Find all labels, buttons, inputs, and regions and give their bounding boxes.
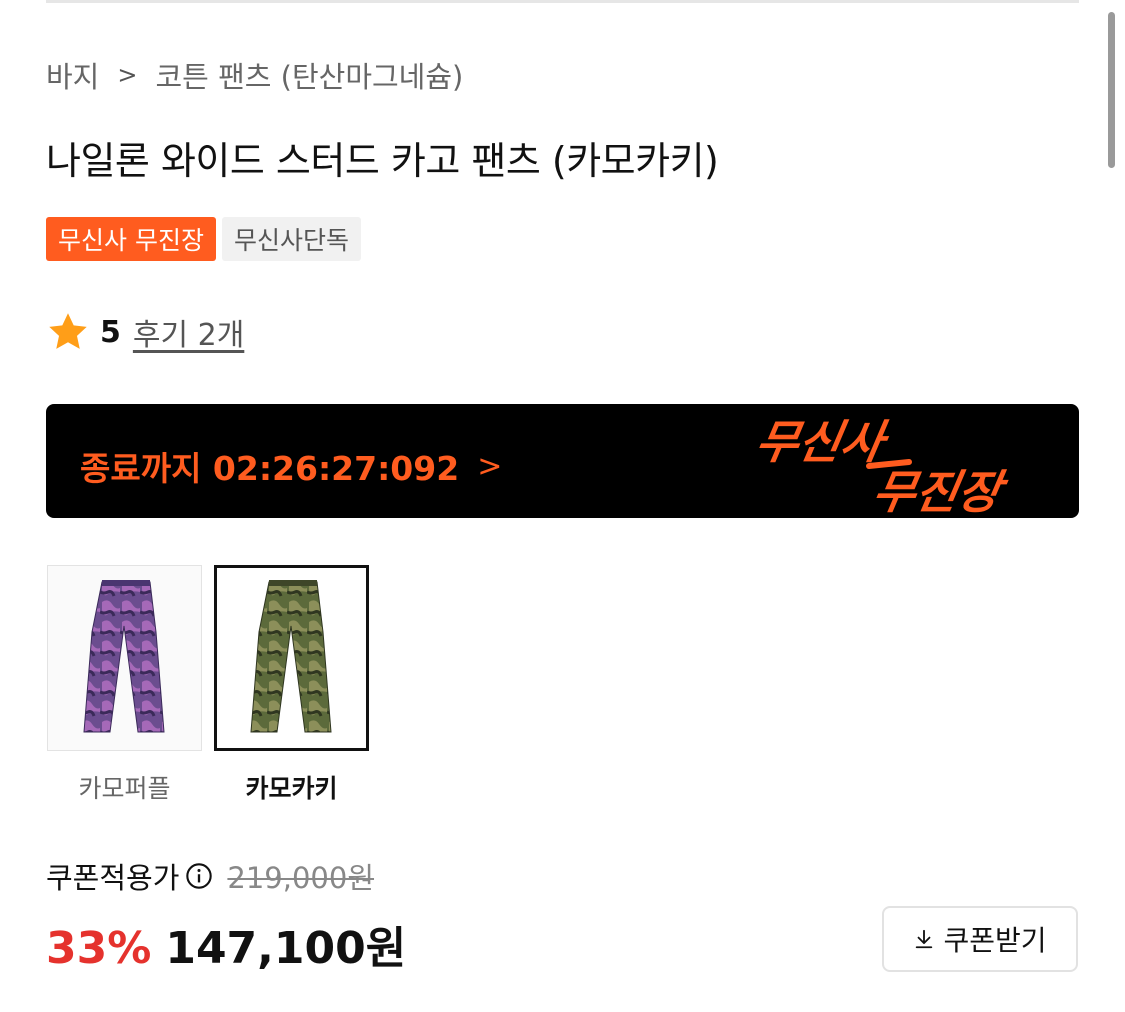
download-icon	[916, 929, 933, 949]
badge-exclusive: 무신사단독	[221, 217, 361, 261]
deal-countdown: 종료까지 02:26:27:092 >	[80, 442, 502, 490]
star-icon	[49, 313, 87, 349]
chevron-right-icon: >	[477, 448, 503, 484]
mujinjang-logo: 무신사 무진장	[752, 415, 1012, 518]
color-options: 카모퍼플 카모카키	[46, 565, 370, 805]
breadcrumb-item-pants[interactable]: 바지	[46, 54, 99, 96]
final-price-row: 33% 147,100원	[46, 912, 406, 976]
top-divider	[46, 0, 1079, 3]
get-coupon-button[interactable]: 쿠폰받기	[882, 906, 1078, 972]
discount-rate: 33%	[46, 923, 152, 974]
rating: 5 후기 2개	[46, 310, 244, 354]
logo-line-2: 무진장	[869, 465, 1012, 518]
countdown-label: 종료까지 02:26:27:092	[80, 449, 460, 488]
breadcrumb: 바지 > 코튼 팬츠 (탄산마그네슘)	[46, 54, 463, 96]
badge-mujinjang: 무신사 무진장	[46, 217, 216, 261]
svg-text:무진장: 무진장	[869, 465, 1012, 518]
rating-score: 5	[100, 314, 121, 350]
scrollbar[interactable]	[1108, 12, 1115, 168]
final-price: 147,100원	[165, 923, 407, 974]
product-thumbnail-selected	[214, 565, 369, 751]
color-label: 카모퍼플	[78, 774, 171, 803]
color-option-khaki[interactable]: 카모카키	[213, 565, 370, 805]
info-icon[interactable]	[185, 862, 213, 890]
svg-text:무신사: 무신사	[752, 415, 894, 469]
review-count-link[interactable]: 후기 2개	[133, 310, 244, 354]
breadcrumb-item-cotton-pants[interactable]: 코튼 팬츠 (탄산마그네슘)	[155, 54, 463, 96]
badge-group: 무신사 무진장 무신사단독	[46, 217, 361, 261]
original-price: 219,000원	[227, 861, 375, 895]
chevron-right-icon: >	[117, 61, 138, 89]
pants-image	[82, 580, 165, 733]
color-option-purple[interactable]: 카모퍼플	[46, 565, 203, 805]
logo-line-1: 무신사	[752, 415, 894, 469]
get-coupon-label: 쿠폰받기	[943, 924, 1047, 957]
product-title: 나일론 와이드 스터드 카고 팬츠 (카모카키)	[46, 139, 719, 183]
product-thumbnail	[47, 565, 202, 751]
deal-banner[interactable]: 종료까지 02:26:27:092 > 무신사 무진장	[46, 404, 1079, 518]
pants-image	[249, 580, 332, 733]
coupon-price-row: 쿠폰적용가 219,000원	[46, 855, 374, 897]
color-label: 카모카키	[245, 774, 338, 803]
coupon-price-label: 쿠폰적용가	[46, 861, 180, 895]
